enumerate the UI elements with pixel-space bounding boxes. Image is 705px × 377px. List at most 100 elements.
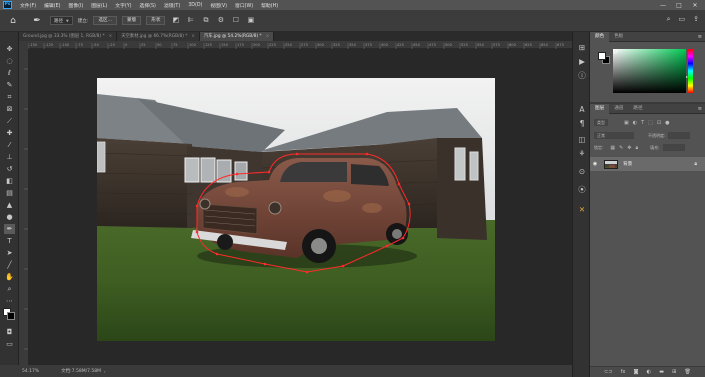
- link-layers-icon[interactable]: ⊂⊃: [604, 369, 612, 375]
- tab-car[interactable]: 汽车.jpg @ 54.2%(RGB/8) * ×: [200, 32, 275, 41]
- background-color-swatch[interactable]: [7, 312, 15, 320]
- close-button[interactable]: ✕: [687, 2, 703, 9]
- layer-filter-dropdown[interactable]: 类型: [594, 119, 608, 126]
- ruler-left[interactable]: [19, 49, 28, 365]
- path-alignment-icon[interactable]: ⊫: [186, 16, 195, 25]
- tab-sky[interactable]: 天空素材.jpg @ 66.7%(RGB/8) * ×: [117, 32, 201, 41]
- move-tool-icon[interactable]: ✥: [4, 44, 15, 54]
- screen-mode-icon[interactable]: ▭: [4, 339, 15, 349]
- tab-color[interactable]: 颜色: [590, 31, 610, 42]
- menu-view[interactable]: 视图(V): [206, 2, 231, 9]
- gradient-tool-icon[interactable]: ▤: [4, 188, 15, 198]
- clone-stamp-icon[interactable]: ⊥: [4, 152, 15, 162]
- color-picker-field[interactable]: [613, 49, 686, 93]
- lasso-tool-icon[interactable]: ℓ: [4, 68, 15, 78]
- filter-shape-icon[interactable]: ⬚: [648, 120, 653, 126]
- minimize-button[interactable]: —: [655, 2, 671, 9]
- document-image[interactable]: [97, 78, 495, 341]
- tab-swatches[interactable]: 色板: [609, 32, 628, 42]
- fill-input[interactable]: [662, 144, 685, 151]
- menu-layer[interactable]: 图层(L): [87, 2, 111, 9]
- paragraph-panel-icon[interactable]: ¶: [576, 118, 588, 129]
- path-select-tool-icon[interactable]: ➤: [4, 248, 15, 258]
- blend-mode-dropdown[interactable]: 正常: [594, 132, 634, 139]
- info-panel-icon[interactable]: ⓘ: [576, 70, 588, 81]
- 3d-panel-icon[interactable]: ⦿: [576, 184, 588, 195]
- filter-toggle-icon[interactable]: ●: [665, 120, 669, 126]
- close-icon[interactable]: ×: [109, 34, 113, 39]
- menu-type[interactable]: 文字(Y): [111, 2, 135, 9]
- brush-tool-icon[interactable]: ⁄: [4, 140, 15, 150]
- tab-ground[interactable]: Ground.jpg @ 33.3% (图层 1, RGB/8) * ×: [19, 32, 118, 41]
- layer-style-icon[interactable]: fx: [621, 369, 626, 375]
- menu-select[interactable]: 选择(S): [136, 2, 160, 9]
- path-operations-icon[interactable]: ◩: [171, 16, 180, 25]
- history-brush-icon[interactable]: ↺: [4, 164, 15, 174]
- hue-slider[interactable]: [688, 49, 693, 93]
- zoom-level[interactable]: 54.17%: [22, 369, 39, 374]
- menu-file[interactable]: 文件(F): [16, 2, 40, 9]
- crop-tool-icon[interactable]: ⌗: [4, 92, 15, 102]
- tab-layers[interactable]: 图层: [590, 103, 610, 114]
- lock-pixels-icon[interactable]: ▦: [610, 145, 615, 151]
- filter-adjust-icon[interactable]: ◐: [633, 120, 637, 126]
- share-icon[interactable]: ⇪: [693, 15, 699, 24]
- zoom-tool-icon[interactable]: ⌕: [4, 284, 15, 294]
- tool-presets-icon[interactable]: ✕: [576, 204, 588, 215]
- add-mask-icon[interactable]: ◙: [634, 369, 639, 375]
- maximize-button[interactable]: □: [671, 2, 687, 9]
- libraries-panel-icon[interactable]: ⊙: [576, 166, 588, 177]
- close-icon[interactable]: ×: [191, 34, 195, 39]
- menu-edit[interactable]: 编辑(E): [40, 2, 64, 9]
- home-icon[interactable]: ⌂: [6, 14, 20, 28]
- opacity-input[interactable]: [668, 132, 691, 139]
- align-edges-icon[interactable]: ▣: [246, 16, 255, 25]
- quick-select-tool-icon[interactable]: ✎: [4, 80, 15, 90]
- frame-tool-icon[interactable]: ⊠: [4, 104, 15, 114]
- mask-button[interactable]: 蒙版: [122, 16, 142, 25]
- menu-filter[interactable]: 滤镜(T): [160, 2, 184, 9]
- adjustments-panel-icon[interactable]: ⚘: [576, 148, 588, 159]
- filter-smart-icon[interactable]: ⊡: [657, 120, 661, 126]
- auto-add-delete-icon[interactable]: ☐: [231, 16, 240, 25]
- menu-help[interactable]: 帮助(H): [257, 2, 282, 9]
- path-mode-dropdown[interactable]: 路径 ▼: [50, 16, 73, 25]
- character-panel-icon[interactable]: A: [576, 104, 588, 115]
- pen-tool-icon[interactable]: ✒: [30, 14, 44, 28]
- filter-type-icon[interactable]: T: [641, 120, 644, 126]
- panel-menu-icon[interactable]: ≡: [698, 106, 702, 112]
- line-tool-icon[interactable]: ╱: [4, 260, 15, 270]
- type-tool-icon[interactable]: T: [4, 236, 15, 246]
- search-icon[interactable]: ⌕: [667, 15, 671, 24]
- healing-brush-icon[interactable]: ✚: [4, 128, 15, 138]
- blur-tool-icon[interactable]: ▲: [4, 200, 15, 210]
- history-panel-icon[interactable]: ⊞: [576, 42, 588, 53]
- eraser-tool-icon[interactable]: ◧: [4, 176, 15, 186]
- hand-tool-icon[interactable]: ✋: [4, 272, 15, 282]
- gear-icon[interactable]: ⚙: [216, 16, 225, 25]
- new-layer-icon[interactable]: ⊞: [672, 369, 676, 375]
- panel-menu-icon[interactable]: ≡: [698, 34, 702, 40]
- close-icon[interactable]: ×: [266, 34, 270, 39]
- properties-panel-icon[interactable]: ◫: [576, 134, 588, 145]
- hue-marker-icon[interactable]: ▸: [686, 74, 688, 79]
- marquee-tool-icon[interactable]: ◌: [4, 56, 15, 66]
- adjustment-layer-icon[interactable]: ◐: [647, 369, 651, 375]
- status-menu-icon[interactable]: ›: [104, 369, 106, 374]
- ruler-top[interactable]: -150 -125 -100 -75 -50 -25 0 25 50 75 100 125 150 175…: [27, 41, 572, 49]
- lock-move-icon[interactable]: ✥: [627, 145, 631, 151]
- tab-channels[interactable]: 通道: [609, 104, 628, 114]
- dodge-tool-icon[interactable]: ●: [4, 212, 15, 222]
- foreground-swatch[interactable]: [598, 52, 606, 60]
- shape-button[interactable]: 形状: [146, 16, 166, 25]
- lock-paint-icon[interactable]: ✎: [619, 145, 623, 151]
- tab-paths[interactable]: 路径: [628, 104, 647, 114]
- canvas-area[interactable]: [28, 49, 572, 365]
- menu-3d[interactable]: 3D(D): [184, 3, 206, 8]
- trash-icon[interactable]: 🗑︎: [685, 369, 691, 375]
- actions-panel-icon[interactable]: ▶: [576, 56, 588, 67]
- menu-window[interactable]: 窗口(W): [231, 2, 257, 9]
- path-arrangement-icon[interactable]: ⧉: [201, 16, 210, 25]
- eye-icon[interactable]: ◉: [590, 161, 600, 167]
- eyedropper-tool-icon[interactable]: ⟋: [4, 116, 15, 126]
